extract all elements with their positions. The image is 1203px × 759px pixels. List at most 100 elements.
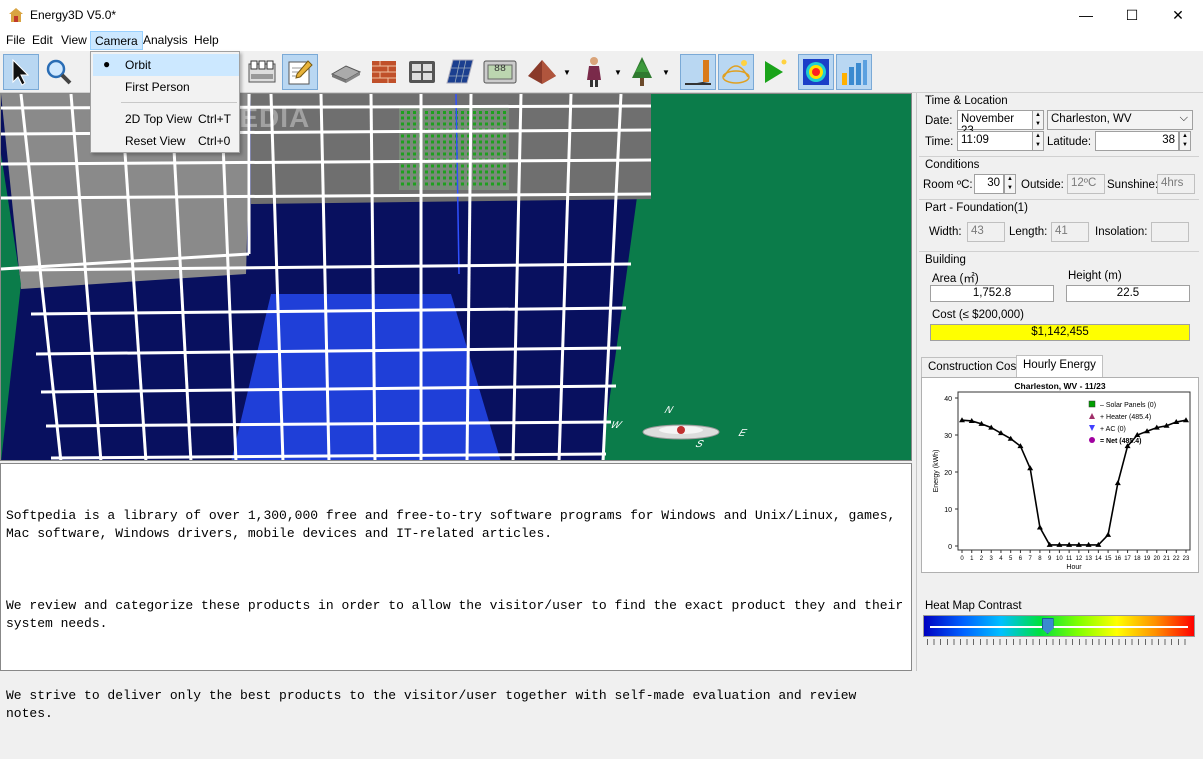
window-icon[interactable] <box>404 54 440 90</box>
chevron-down-icon: ⌵ <box>1179 112 1188 124</box>
menu-item-orbit[interactable]: ● Orbit <box>93 54 239 76</box>
date-label: Date: <box>925 115 953 127</box>
notes-paragraph: We review and categorize these products … <box>6 598 911 631</box>
thermostat-display: 88 <box>494 64 507 75</box>
sunshine-label: Sunshine: <box>1107 179 1159 191</box>
menu-camera[interactable]: Camera <box>90 31 143 50</box>
tab-construction-cost[interactable]: Construction Cost <box>921 357 1027 377</box>
tree-dropdown-arrow[interactable]: ▼ <box>662 68 670 77</box>
menu-bar: File Edit View Camera Analysis Help <box>0 30 1203 51</box>
roof-icon[interactable] <box>524 54 560 90</box>
x-tick-label: 6 <box>1019 556 1023 562</box>
x-tick-label: 10 <box>1056 556 1063 562</box>
menu-view[interactable]: View <box>57 31 91 50</box>
x-tick-label: 23 <box>1183 556 1190 562</box>
x-tick-label: 21 <box>1163 556 1170 562</box>
tab-hourly-energy[interactable]: Hourly Energy <box>1016 355 1103 377</box>
area-field: 1,752.8 <box>930 285 1054 302</box>
x-tick-label: 22 <box>1173 556 1180 562</box>
slider-track <box>930 626 1188 628</box>
heat-map-slider[interactable] <box>923 615 1195 637</box>
sun-path-icon[interactable] <box>718 54 754 90</box>
heat-map-icon[interactable] <box>798 54 834 90</box>
menu-item-shortcut: Ctrl+T <box>198 112 231 126</box>
height-label: Height (m) <box>1068 270 1122 282</box>
date-field[interactable]: November 23 <box>957 110 1033 137</box>
properties-panel: Time & Location Date: November 23 ▲▼ Cha… <box>916 93 1203 671</box>
legend-marker <box>1088 400 1096 408</box>
energy-graph-icon[interactable] <box>836 54 872 90</box>
roof-dropdown-arrow[interactable]: ▼ <box>563 68 571 77</box>
height-field: 22.5 <box>1066 285 1190 302</box>
divider <box>919 156 1199 157</box>
conditions-title: Conditions <box>925 159 980 171</box>
x-tick-label: 3 <box>990 556 994 562</box>
x-tick-label: 4 <box>999 556 1003 562</box>
menu-file[interactable]: File <box>2 31 29 50</box>
x-tick-label: 7 <box>1029 556 1033 562</box>
edit-icon[interactable] <box>282 54 318 90</box>
maximize-button[interactable]: ☐ <box>1109 0 1155 30</box>
x-tick-label: 20 <box>1153 556 1160 562</box>
note-icon[interactable] <box>244 54 280 90</box>
cost-bar: $1,142,455 <box>930 324 1190 341</box>
width-field: 43 <box>967 222 1005 242</box>
minimize-button[interactable]: — <box>1063 0 1109 30</box>
area-label: Area (㎡) <box>932 273 979 285</box>
menu-item-shortcut: Ctrl+0 <box>198 134 231 148</box>
length-label: Length: <box>1009 226 1048 238</box>
wall-icon[interactable] <box>366 54 402 90</box>
slider-thumb[interactable] <box>1041 618 1054 634</box>
x-tick-label: 0 <box>960 556 964 562</box>
location-value: Charleston, WV <box>1051 113 1132 125</box>
x-tick-label: 8 <box>1038 556 1042 562</box>
room-temp-label: Room ºC: <box>923 179 973 191</box>
menu-item-first-person[interactable]: First Person <box>93 76 239 98</box>
notes-text-area[interactable]: Softpedia is a library of over 1,300,000… <box>0 463 912 721</box>
menu-help[interactable]: Help <box>190 31 223 50</box>
x-axis-label: Hour <box>1066 564 1082 571</box>
notes-paragraph: Softpedia is a library of over 1,300,000… <box>6 508 904 541</box>
camera-dropdown-menu: ● Orbit First Person 2D Top View Ctrl+T … <box>90 51 240 153</box>
latitude-spinner[interactable]: ▲ ▼ <box>1179 131 1191 151</box>
location-select[interactable]: Charleston, WV ⌵ <box>1047 110 1193 130</box>
y-tick-label: 0 <box>948 544 952 551</box>
menu-item-reset-view[interactable]: Reset View Ctrl+0 <box>93 130 239 152</box>
close-button[interactable]: ✕ <box>1155 0 1201 30</box>
time-field[interactable]: 11:09 <box>957 131 1033 151</box>
building-title: Building <box>925 254 966 266</box>
legend-label: + Heater (485.4) <box>1100 414 1151 421</box>
zoom-icon[interactable] <box>41 54 77 90</box>
latitude-field[interactable]: 38 <box>1095 131 1179 151</box>
notes-paragraph: We strive to deliver only the best produ… <box>6 688 865 721</box>
insolation-field <box>1151 222 1189 242</box>
solar-panel-icon[interactable] <box>442 54 478 90</box>
menu-item-2d-top-view[interactable]: 2D Top View Ctrl+T <box>93 108 239 130</box>
x-tick-label: 12 <box>1076 556 1083 562</box>
legend-marker <box>1089 437 1095 443</box>
outside-temp-label: Outside: <box>1021 179 1064 191</box>
menu-item-label: Orbit <box>125 58 152 72</box>
room-temp-spinner[interactable]: ▲ ▼ <box>1004 174 1016 194</box>
slider-ticks <box>927 639 1191 645</box>
legend-label: = Net (485.4) <box>1100 438 1141 445</box>
tree-icon[interactable] <box>624 54 660 90</box>
menu-analysis[interactable]: Analysis <box>139 31 192 50</box>
human-dropdown-arrow[interactable]: ▼ <box>614 68 622 77</box>
foundation-icon[interactable] <box>328 54 364 90</box>
room-temp-field[interactable]: 30 <box>974 174 1004 194</box>
shadow-icon[interactable] <box>680 54 716 90</box>
check-dot-icon: ● <box>103 57 111 71</box>
x-tick-label: 19 <box>1144 556 1151 562</box>
window-title: Energy3D V5.0* <box>30 8 117 22</box>
time-spinner[interactable]: ▲ ▼ <box>1032 131 1044 151</box>
plot-area <box>957 391 1191 551</box>
run-simulation-icon[interactable] <box>756 54 792 90</box>
date-spinner[interactable]: ▲ ▼ <box>1032 110 1044 130</box>
x-tick-label: 9 <box>1048 556 1052 562</box>
human-icon[interactable] <box>576 54 612 90</box>
x-tick-label: 14 <box>1095 556 1102 562</box>
menu-edit[interactable]: Edit <box>28 31 57 50</box>
thermostat-icon[interactable]: 88 <box>482 54 518 90</box>
select-arrow-icon[interactable] <box>3 54 39 90</box>
